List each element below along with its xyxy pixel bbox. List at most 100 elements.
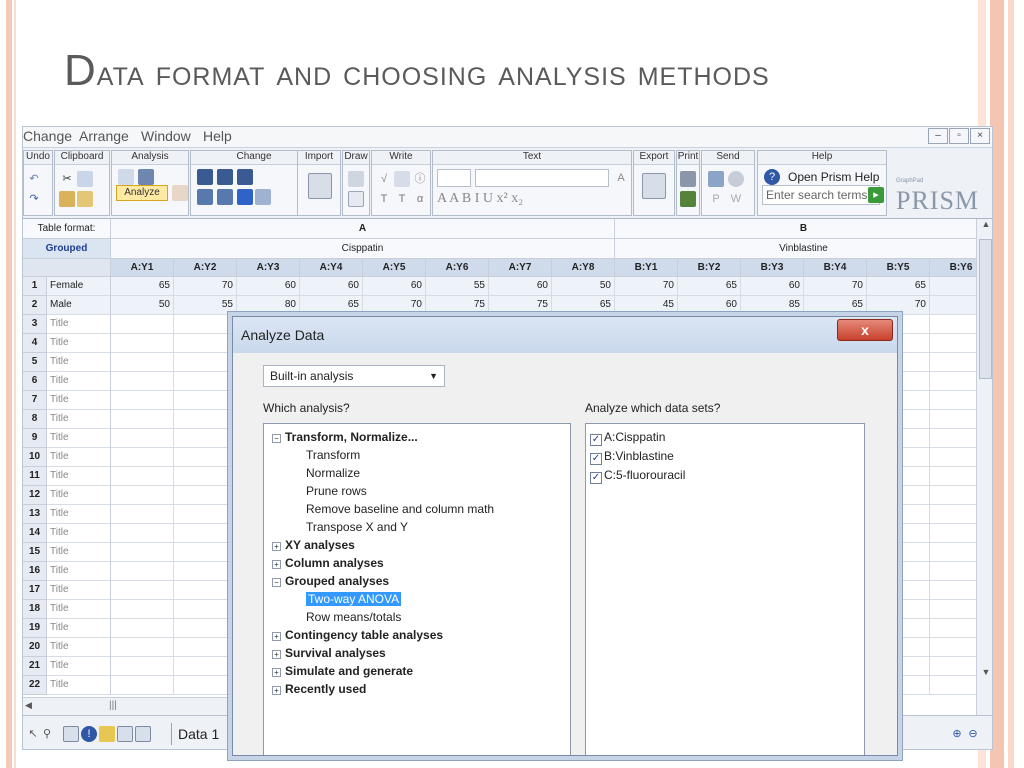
- table-cell[interactable]: [174, 638, 237, 657]
- table-cell[interactable]: 65: [552, 296, 615, 315]
- table-cell[interactable]: 60: [363, 277, 426, 296]
- row-number[interactable]: 14: [23, 524, 47, 543]
- sqrt-icon[interactable]: √: [376, 171, 392, 187]
- scroll-thumb[interactable]: [979, 239, 992, 379]
- import-file-icon[interactable]: [308, 173, 332, 199]
- arrow-down-icon[interactable]: [237, 189, 253, 205]
- table-cell[interactable]: 70: [867, 296, 930, 315]
- table-cell[interactable]: 60: [678, 296, 741, 315]
- table-cell[interactable]: [930, 600, 976, 619]
- table-cell[interactable]: [111, 543, 174, 562]
- row-number[interactable]: 18: [23, 600, 47, 619]
- expand-icon[interactable]: +: [272, 686, 281, 695]
- sheet-data-icon[interactable]: [63, 726, 79, 742]
- column-header[interactable]: A:Y1: [111, 259, 174, 277]
- row-number[interactable]: 8: [23, 410, 47, 429]
- row-title[interactable]: Title: [47, 315, 111, 334]
- info-icon[interactable]: ⓘ: [412, 171, 428, 187]
- row-number[interactable]: 12: [23, 486, 47, 505]
- row-number[interactable]: 6: [23, 372, 47, 391]
- tree-category[interactable]: + Survival analyses: [272, 644, 386, 662]
- table-cell[interactable]: [930, 334, 976, 353]
- table-cell[interactable]: [111, 600, 174, 619]
- table-cell[interactable]: [174, 467, 237, 486]
- column-header[interactable]: A:Y4: [300, 259, 363, 277]
- expand-icon[interactable]: +: [272, 650, 281, 659]
- row-number[interactable]: 21: [23, 657, 47, 676]
- table-cell[interactable]: [174, 581, 237, 600]
- row-title[interactable]: Title: [47, 638, 111, 657]
- sheet-info-icon[interactable]: !: [81, 726, 97, 742]
- table-cell[interactable]: [174, 391, 237, 410]
- tree-item[interactable]: Prune rows: [306, 482, 367, 500]
- table-cell[interactable]: [111, 429, 174, 448]
- cut-icon[interactable]: ✂: [59, 171, 75, 187]
- table-cell[interactable]: [930, 410, 976, 429]
- table-cell[interactable]: 60: [741, 277, 804, 296]
- column-header[interactable]: A:Y6: [426, 259, 489, 277]
- insert-col-icon[interactable]: [197, 169, 213, 185]
- help-icon[interactable]: ?: [764, 169, 780, 185]
- checkbox-checked-icon[interactable]: ✓: [590, 434, 602, 446]
- expand-icon[interactable]: +: [272, 560, 281, 569]
- table-cell[interactable]: [111, 334, 174, 353]
- table-cell[interactable]: [111, 391, 174, 410]
- table-cell[interactable]: [111, 581, 174, 600]
- data-set-item[interactable]: ✓ A:Cisppatin: [590, 428, 665, 446]
- row-number[interactable]: 7: [23, 391, 47, 410]
- table-cell[interactable]: 60: [300, 277, 363, 296]
- row-number[interactable]: 17: [23, 581, 47, 600]
- table-cell[interactable]: 75: [489, 296, 552, 315]
- table-cell[interactable]: 55: [174, 296, 237, 315]
- table-cell[interactable]: 70: [363, 296, 426, 315]
- row-number[interactable]: 19: [23, 619, 47, 638]
- table-cell[interactable]: 65: [678, 277, 741, 296]
- row-title[interactable]: Title: [47, 410, 111, 429]
- table-cell[interactable]: 75: [426, 296, 489, 315]
- tree-item[interactable]: Transpose X and Y: [306, 518, 408, 536]
- column-header[interactable]: A:Y8: [552, 259, 615, 277]
- table-cell[interactable]: [930, 524, 976, 543]
- note-icon[interactable]: [394, 171, 410, 187]
- row-number[interactable]: 11: [23, 467, 47, 486]
- row-title[interactable]: Title: [47, 524, 111, 543]
- table-cell[interactable]: [111, 448, 174, 467]
- expand-icon[interactable]: +: [272, 668, 281, 677]
- table-cell[interactable]: [930, 277, 976, 296]
- table-cell[interactable]: [930, 391, 976, 410]
- close-window-button[interactable]: ×: [970, 128, 990, 144]
- table-cell[interactable]: [930, 486, 976, 505]
- table-cell[interactable]: 55: [426, 277, 489, 296]
- sheet-graph-icon[interactable]: [117, 726, 133, 742]
- ppt-icon[interactable]: P: [708, 191, 724, 207]
- scroll-grip-icon[interactable]: |||: [109, 700, 117, 711]
- expand-icon[interactable]: +: [272, 542, 281, 551]
- help-search-input[interactable]: Enter search terms: [762, 185, 880, 205]
- row-title[interactable]: Title: [47, 600, 111, 619]
- column-header[interactable]: B:Y1: [615, 259, 678, 277]
- table-cell[interactable]: 60: [237, 277, 300, 296]
- table-cell[interactable]: [111, 353, 174, 372]
- analyze-button[interactable]: Analyze: [116, 185, 168, 201]
- table-cell[interactable]: [111, 676, 174, 695]
- table-cell[interactable]: [174, 410, 237, 429]
- results-icon[interactable]: [118, 169, 134, 185]
- table-cell[interactable]: [930, 638, 976, 657]
- row-title[interactable]: Title: [47, 448, 111, 467]
- horizontal-scrollbar[interactable]: ◀ |||: [23, 697, 233, 715]
- row-title[interactable]: Title: [47, 467, 111, 486]
- table-cell[interactable]: [930, 296, 976, 315]
- table-cell[interactable]: 50: [111, 296, 174, 315]
- row-number[interactable]: 13: [23, 505, 47, 524]
- table-cell[interactable]: [174, 619, 237, 638]
- table-cell[interactable]: [174, 429, 237, 448]
- table-cell[interactable]: [111, 562, 174, 581]
- sheet-results-icon[interactable]: [99, 726, 115, 742]
- row-number[interactable]: 15: [23, 543, 47, 562]
- checkbox-checked-icon[interactable]: ✓: [590, 472, 602, 484]
- table-cell[interactable]: [174, 600, 237, 619]
- table-cell[interactable]: [174, 315, 237, 334]
- open-help-link[interactable]: Open Prism Help: [788, 170, 879, 184]
- table-cell[interactable]: [174, 448, 237, 467]
- table-cell[interactable]: [930, 543, 976, 562]
